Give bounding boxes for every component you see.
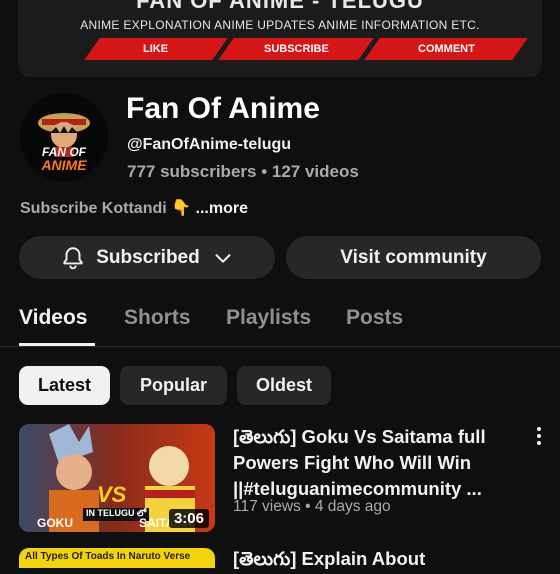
chip-oldest[interactable]: Oldest <box>237 366 331 405</box>
banner-like-label: LIKE <box>84 38 228 60</box>
channel-description[interactable]: Subscribe Kottandi 👇 ...more <box>20 198 248 218</box>
video-title[interactable]: [తెలుగు] Explain About <box>233 548 425 574</box>
channel-handle: @FanOfAnime-telugu <box>127 136 292 153</box>
banner-subtitle: ANIME EXPLONATION ANIME UPDATES ANIME IN… <box>80 18 480 32</box>
avatar-text-bottom: ANIME <box>41 157 87 173</box>
tab-playlists[interactable]: Playlists <box>226 306 311 330</box>
channel-name: Fan Of Anime <box>126 92 320 125</box>
banner-title: FAN OF ANIME - TELUGU <box>136 0 424 13</box>
video-thumbnail[interactable]: All Types Of Toads In Naruto Verse <box>19 548 215 568</box>
description-text: Subscribe Kottandi 👇 <box>20 200 192 217</box>
more-link[interactable]: ...more <box>196 200 248 217</box>
visit-community-button[interactable]: Visit community <box>286 236 541 279</box>
tab-videos[interactable]: Videos <box>19 306 87 330</box>
visit-community-label: Visit community <box>340 246 487 268</box>
video-duration: 3:06 <box>168 509 209 528</box>
subscribed-button[interactable]: Subscribed <box>19 236 275 279</box>
tab-shorts[interactable]: Shorts <box>124 306 191 330</box>
more-options-icon[interactable] <box>532 426 546 446</box>
video-title[interactable]: [తెలుగు] Goku Vs Saitama full Powers Fig… <box>233 424 523 502</box>
tab-posts[interactable]: Posts <box>346 306 403 330</box>
channel-stats: 777 subscribers • 127 videos <box>127 162 359 181</box>
chip-popular[interactable]: Popular <box>120 366 227 405</box>
channel-avatar[interactable]: FAN OF ANIME <box>20 93 108 181</box>
thumb-vs-text: VS <box>97 482 127 507</box>
chevron-down-icon <box>215 253 231 263</box>
chip-latest[interactable]: Latest <box>19 366 110 405</box>
video-meta: 117 views • 4 days ago <box>233 498 391 515</box>
thumb-caption: All Types Of Toads In Naruto Verse <box>25 551 191 562</box>
video-thumbnail[interactable]: VS IN TELUGU లో GOKU SAITAMA 3:06 <box>19 424 215 532</box>
bell-icon <box>63 246 83 269</box>
thumb-left-text: GOKU <box>37 516 73 530</box>
banner-subscribe-label: SUBSCRIBE <box>218 38 374 60</box>
channel-banner: FAN OF ANIME - TELUGU ANIME EXPLONATION … <box>18 0 542 77</box>
banner-comment-label: COMMENT <box>364 38 528 60</box>
tab-divider <box>0 346 560 347</box>
subscribed-label: Subscribed <box>96 246 200 268</box>
